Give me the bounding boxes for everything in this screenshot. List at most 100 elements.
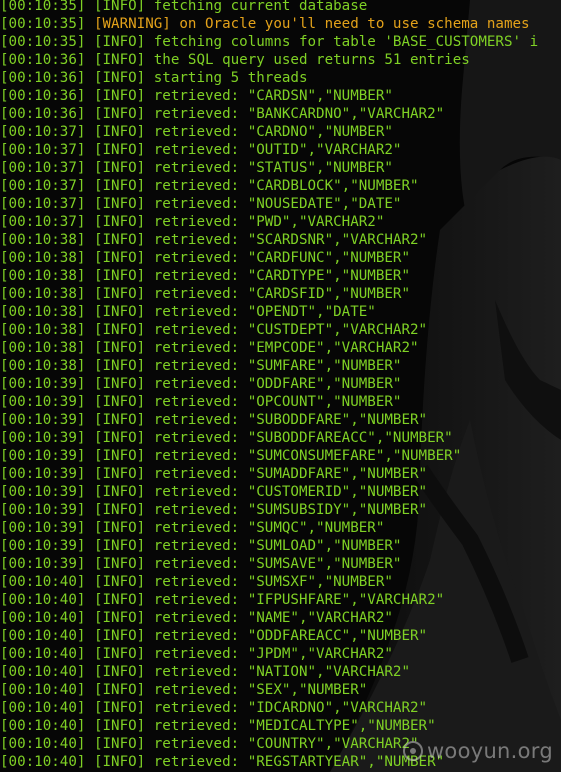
log-message: retrieved: "SCARDSNR","VARCHAR2": [153, 232, 428, 248]
log-message: retrieved: "IFPUSHFARE","VARCHAR2": [153, 592, 445, 608]
log-message: retrieved: "MEDICALTYPE","NUMBER": [153, 718, 436, 734]
log-line: [00:10:37] [INFO] retrieved: "PWD","VARC…: [0, 213, 561, 231]
log-timestamp: [00:10:39]: [0, 448, 86, 464]
log-timestamp: [00:10:40]: [0, 664, 86, 680]
log-line: [00:10:39] [INFO] retrieved: "SUBODDFARE…: [0, 411, 561, 429]
log-level: [INFO]: [93, 214, 146, 230]
log-level: [INFO]: [93, 394, 146, 410]
log-line: [00:10:40] [INFO] retrieved: "NATION","V…: [0, 663, 561, 681]
log-level: [INFO]: [93, 286, 146, 302]
log-line: [00:10:37] [INFO] retrieved: "OUTID","VA…: [0, 141, 561, 159]
log-line: [00:10:39] [INFO] retrieved: "OPCOUNT","…: [0, 393, 561, 411]
log-line: [00:10:36] [INFO] retrieved: "CARDSN","N…: [0, 87, 561, 105]
log-line: [00:10:38] [INFO] retrieved: "SCARDSNR",…: [0, 231, 561, 249]
log-message: retrieved: "COUNTRY","VARCHAR2": [153, 736, 419, 752]
log-line: [00:10:40] [INFO] retrieved: "SEX","NUMB…: [0, 681, 561, 699]
log-line: [00:10:37] [INFO] retrieved: "NOUSEDATE"…: [0, 195, 561, 213]
log-level: [INFO]: [93, 322, 146, 338]
log-timestamp: [00:10:40]: [0, 718, 86, 734]
log-line: [00:10:39] [INFO] retrieved: "SUMSUBSIDY…: [0, 501, 561, 519]
watermark-text: wooyun.org: [426, 739, 553, 763]
log-timestamp: [00:10:38]: [0, 268, 86, 284]
log-timestamp: [00:10:36]: [0, 70, 86, 86]
log-message: retrieved: "IDCARDNO","VARCHAR2": [153, 700, 428, 716]
log-level: [INFO]: [93, 106, 146, 122]
log-message: retrieved: "CARDSN","NUMBER": [153, 88, 393, 104]
log-level: [INFO]: [93, 484, 146, 500]
log-level: [INFO]: [93, 628, 146, 644]
log-message: fetching columns for table 'BASE_CUSTOME…: [153, 34, 539, 50]
log-timestamp: [00:10:40]: [0, 754, 86, 770]
log-level: [INFO]: [93, 196, 146, 212]
log-level: [INFO]: [93, 412, 146, 428]
log-level: [INFO]: [93, 430, 146, 446]
log-level: [INFO]: [93, 646, 146, 662]
log-message: retrieved: "PWD","VARCHAR2": [153, 214, 385, 230]
log-message: retrieved: "NAME","VARCHAR2": [153, 610, 393, 626]
log-timestamp: [00:10:39]: [0, 484, 86, 500]
log-message: retrieved: "CARDSFID","NUMBER": [153, 286, 411, 302]
log-timestamp: [00:10:39]: [0, 502, 86, 518]
log-message: starting 5 threads: [153, 70, 308, 86]
log-line: [00:10:39] [INFO] retrieved: "SUMQC","NU…: [0, 519, 561, 537]
log-timestamp: [00:10:40]: [0, 628, 86, 644]
log-level: [INFO]: [93, 340, 146, 356]
log-message: retrieved: "CUSTDEPT","VARCHAR2": [153, 322, 428, 338]
log-timestamp: [00:10:40]: [0, 592, 86, 608]
log-timestamp: [00:10:37]: [0, 124, 86, 140]
log-level: [INFO]: [93, 232, 146, 248]
log-timestamp: [00:10:40]: [0, 700, 86, 716]
log-message: retrieved: "SUMSAVE","NUMBER": [153, 556, 402, 572]
log-timestamp: [00:10:38]: [0, 358, 86, 374]
log-timestamp: [00:10:40]: [0, 610, 86, 626]
log-timestamp: [00:10:38]: [0, 286, 86, 302]
log-message: retrieved: "CUSTOMERID","NUMBER": [153, 484, 428, 500]
log-message: retrieved: "SUMQC","NUMBER": [153, 520, 385, 536]
log-timestamp: [00:10:37]: [0, 196, 86, 212]
log-timestamp: [00:10:38]: [0, 232, 86, 248]
log-line: [00:10:36] [INFO] retrieved: "BANKCARDNO…: [0, 105, 561, 123]
log-message: retrieved: "OPCOUNT","NUMBER": [153, 394, 402, 410]
log-timestamp: [00:10:37]: [0, 214, 86, 230]
log-timestamp: [00:10:37]: [0, 178, 86, 194]
log-timestamp: [00:10:40]: [0, 574, 86, 590]
log-timestamp: [00:10:40]: [0, 646, 86, 662]
log-message: retrieved: "CARDFUNC","NUMBER": [153, 250, 411, 266]
log-line-warning: [00:10:35] [WARNING] on Oracle you'll ne…: [0, 15, 561, 33]
log-line: [00:10:39] [INFO] retrieved: "SUMLOAD","…: [0, 537, 561, 555]
log-level: [INFO]: [93, 88, 146, 104]
log-level: [INFO]: [93, 0, 146, 14]
wooyun-logo-icon: [402, 740, 424, 762]
log-message: retrieved: "SUMFARE","NUMBER": [153, 358, 402, 374]
log-message: retrieved: "NOUSEDATE","DATE": [153, 196, 402, 212]
log-line: [00:10:39] [INFO] retrieved: "CUSTOMERID…: [0, 483, 561, 501]
log-level: [INFO]: [93, 574, 146, 590]
log-message: retrieved: "SEX","NUMBER": [153, 682, 368, 698]
log-message: retrieved: "SUMSUBSIDY","NUMBER": [153, 502, 428, 518]
log-line: [00:10:38] [INFO] retrieved: "SUMFARE","…: [0, 357, 561, 375]
log-level: [INFO]: [93, 52, 146, 68]
log-line: [00:10:38] [INFO] retrieved: "OPENDT","D…: [0, 303, 561, 321]
log-message: retrieved: "CARDNO","NUMBER": [153, 124, 393, 140]
log-line: [00:10:40] [INFO] retrieved: "NAME","VAR…: [0, 609, 561, 627]
log-message: retrieved: "SUMCONSUMEFARE","NUMBER": [153, 448, 462, 464]
log-message: retrieved: "ODDFAREACC","NUMBER": [153, 628, 428, 644]
log-level: [INFO]: [93, 448, 146, 464]
log-line: [00:10:38] [INFO] retrieved: "CARDFUNC",…: [0, 249, 561, 267]
log-timestamp: [00:10:38]: [0, 304, 86, 320]
log-line: [00:10:40] [INFO] retrieved: "IDCARDNO",…: [0, 699, 561, 717]
log-level: [INFO]: [93, 610, 146, 626]
log-timestamp: [00:10:39]: [0, 394, 86, 410]
log-message: retrieved: "SUMLOAD","NUMBER": [153, 538, 402, 554]
log-level: [INFO]: [93, 34, 146, 50]
log-line: [00:10:40] [INFO] retrieved: "SUMSXF","N…: [0, 573, 561, 591]
log-timestamp: [00:10:37]: [0, 160, 86, 176]
log-timestamp: [00:10:40]: [0, 736, 86, 752]
log-output: [00:10:35] [INFO] fetching current datab…: [0, 0, 561, 771]
log-timestamp: [00:10:39]: [0, 430, 86, 446]
log-line: [00:10:38] [INFO] retrieved: "CARDSFID",…: [0, 285, 561, 303]
log-timestamp: [00:10:39]: [0, 376, 86, 392]
terminal-window[interactable]: [00:10:35] [INFO] fetching current datab…: [0, 0, 561, 772]
log-message: retrieved: "SUBODDFARE","NUMBER": [153, 412, 428, 428]
log-level: [INFO]: [93, 592, 146, 608]
